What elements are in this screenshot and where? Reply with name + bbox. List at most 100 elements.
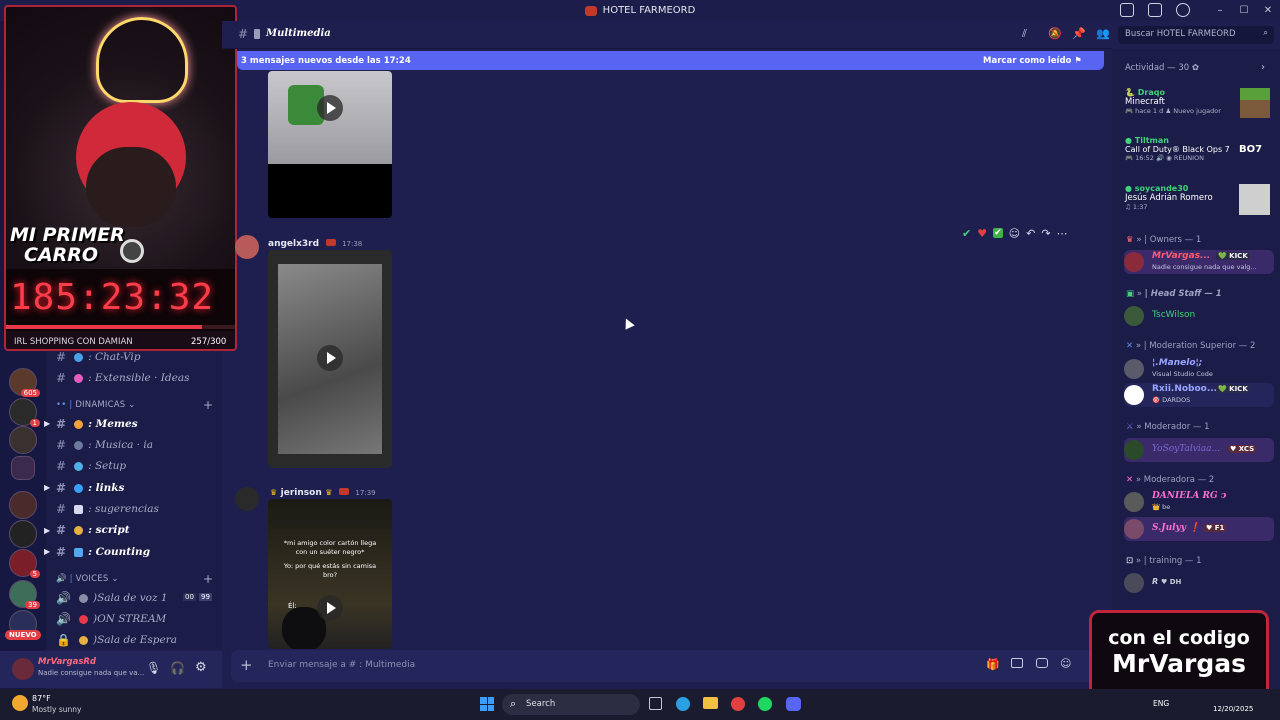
message-header: angelx3rd 17:38 [268,236,362,249]
message-author[interactable]: angelx3rd [268,239,319,249]
server-icon[interactable] [9,426,37,454]
avatar[interactable] [235,487,259,511]
close-button[interactable]: ✕ [1256,5,1280,16]
task-view-icon[interactable] [649,697,662,710]
bo7-game-icon: BO7 [1239,144,1263,155]
more-options-icon[interactable]: ⋯ [1057,227,1068,240]
message-actions-toolbar: ✔ ♥ ✔ ☺ ↶ ↷ ⋯ [962,224,1098,242]
settings-gear-icon[interactable]: ⚙ [195,660,207,675]
mute-notifications-icon[interactable]: 🔕 [1048,27,1062,40]
emoji-icon[interactable]: ☺ [1060,657,1071,670]
server-icon[interactable] [9,491,37,519]
channel-memes[interactable]: #: Memes [56,415,138,433]
category-voices[interactable]: 🔊 | VOICES ⌄ [56,574,119,584]
member-row[interactable]: YoSoyTalviaa... ♥ XCS [1124,438,1274,462]
gift-icon[interactable]: 🎁 [986,658,1000,671]
members-list-icon[interactable]: 👥 [1096,27,1110,40]
member-row[interactable]: R ♥ DH [1124,571,1274,595]
channel-counting[interactable]: #: Counting [56,543,150,561]
flag-icon[interactable] [1120,3,1134,17]
member-row[interactable]: S.Julyy ❗ ♥ F1 [1124,517,1274,541]
reply-icon[interactable]: ↶ [1026,227,1035,240]
add-channel-button[interactable]: + [203,398,213,412]
video-attachment[interactable] [268,250,392,468]
member-name: S.Julyy ❗ [1152,523,1201,533]
play-button[interactable] [317,595,343,621]
chrome-icon[interactable] [731,697,745,711]
server-icon[interactable]: 39 [9,580,40,609]
taskbar-date[interactable]: 12/20/2025 [1213,705,1253,713]
microphone-icon[interactable]: 🎙 [146,661,161,675]
message-author[interactable]: jerinson [281,488,322,498]
channel-links[interactable]: #: links [56,479,124,497]
activity-item[interactable]: ● Tiltman Call of Duty® Black Ops 7 🎮 16… [1125,136,1270,172]
play-button[interactable] [317,95,343,121]
member-row[interactable]: TscWilson [1124,304,1274,328]
new-messages-bar[interactable]: 3 mensajes nuevos desde las 17:24 Marcar… [237,51,1104,70]
play-button[interactable] [317,345,343,371]
lock-icon: 🔒 [56,633,71,647]
headphones-icon[interactable]: 🎧 [170,661,185,675]
avatar[interactable] [12,658,34,680]
check-reaction-icon[interactable]: ✔ [962,227,971,240]
pin-icon[interactable]: 📌 [1072,27,1086,40]
help-icon[interactable] [1176,3,1190,17]
member-row[interactable]: DANIELA RG ↄ 👑 be [1124,490,1274,514]
voice-channel-sala-1[interactable]: 🔊) Sala de voz 1 [56,589,168,607]
mark-as-read-button[interactable]: Marcar como leído ⚑ [983,56,1082,66]
spotify-icon[interactable] [758,697,772,711]
message-input[interactable]: Enviar mensaje a # : Multimedia [268,660,415,670]
maximize-button[interactable]: ☐ [1232,5,1256,16]
threads-icon[interactable]: ⫽ [1022,27,1027,41]
message-header: ♛ jerinson ♛ 17:39 [270,485,376,498]
member-row[interactable]: MrVargas... 💚 KICK Nadie consigue nada q… [1124,250,1274,274]
language-indicator[interactable]: ENG [1153,699,1169,708]
search-bar[interactable]: Buscar HOTEL FARMEORD ⌕ [1118,26,1274,44]
channel-script[interactable]: #: script [56,521,130,539]
unread-indicator: ▶ [44,483,51,492]
channel-name: Multimedia [266,28,331,39]
stream-label-line2: CARRO [24,244,99,266]
forward-icon[interactable]: ↷ [1041,227,1050,240]
activity-item[interactable]: ● soycande30 Jesús Adrián Romero ♫ 1:37 [1125,184,1270,220]
member-row[interactable]: Rxii.Noboo... 💚 KICK 🎯 DARDOS [1124,383,1274,407]
file-explorer-icon[interactable] [703,697,718,709]
weather-sun-icon[interactable] [12,695,28,711]
edge-browser-icon[interactable] [676,697,690,711]
heart-reaction-icon[interactable]: ♥ [977,227,987,240]
category-dinamicas[interactable]: •• | DINAMICAS ⌄ [56,400,136,410]
add-attachment-icon[interactable]: + [240,656,253,674]
search-input[interactable]: Buscar HOTEL FARMEORD [1125,29,1235,39]
goal-text: IRL SHOPPING CON DAMIAN [14,337,133,347]
video-attachment[interactable]: *mi amigo color cartón llega con un suét… [268,499,392,649]
screen-icon[interactable] [1148,3,1162,17]
channel-extensible[interactable]: #: Extensible · Ideas [56,369,190,387]
video-attachment[interactable] [268,71,392,218]
server-icon[interactable]: 1 [9,398,40,427]
gif-icon[interactable] [1011,658,1023,668]
sticker-icon[interactable] [1036,658,1048,668]
add-reaction-icon[interactable]: ☺ [1009,227,1020,240]
chevron-right-icon[interactable]: › [1261,62,1265,73]
discord-icon[interactable] [786,697,801,711]
voice-channel-sala-espera[interactable]: 🔒) Sala de Espera [56,631,177,649]
member-tag: 💚 KICK [1216,385,1250,393]
member-row[interactable]: ¦.Manelo¦; Visual Studio Code [1124,357,1274,381]
check-box-reaction-icon[interactable]: ✔ [993,228,1003,238]
member-name: R ♥ DH [1152,577,1182,586]
channel-setup[interactable]: #: Setup [56,457,126,475]
server-icon[interactable]: 5 [9,549,40,578]
server-icon[interactable]: 605 [9,368,40,397]
windows-start-icon[interactable] [480,697,494,711]
add-voice-channel-button[interactable]: + [203,572,213,586]
minimize-button[interactable]: – [1208,5,1232,16]
server-folder-icon[interactable] [11,456,35,480]
channel-musica[interactable]: #: Musica · ia [56,436,153,454]
channel-sugerencias[interactable]: #: sugerencias [56,500,159,518]
taskbar-search[interactable]: ⌕ Search [502,694,640,715]
activity-item[interactable]: 🐍 Draqo Minecraft 🎮 hace 1 d ♟ Nuevo jug… [1125,88,1270,124]
member-name: DANIELA RG ↄ [1152,491,1227,501]
avatar[interactable] [235,235,259,259]
server-icon[interactable] [9,520,37,548]
voice-channel-on-stream[interactable]: 🔊) ON STREAM [56,610,166,628]
